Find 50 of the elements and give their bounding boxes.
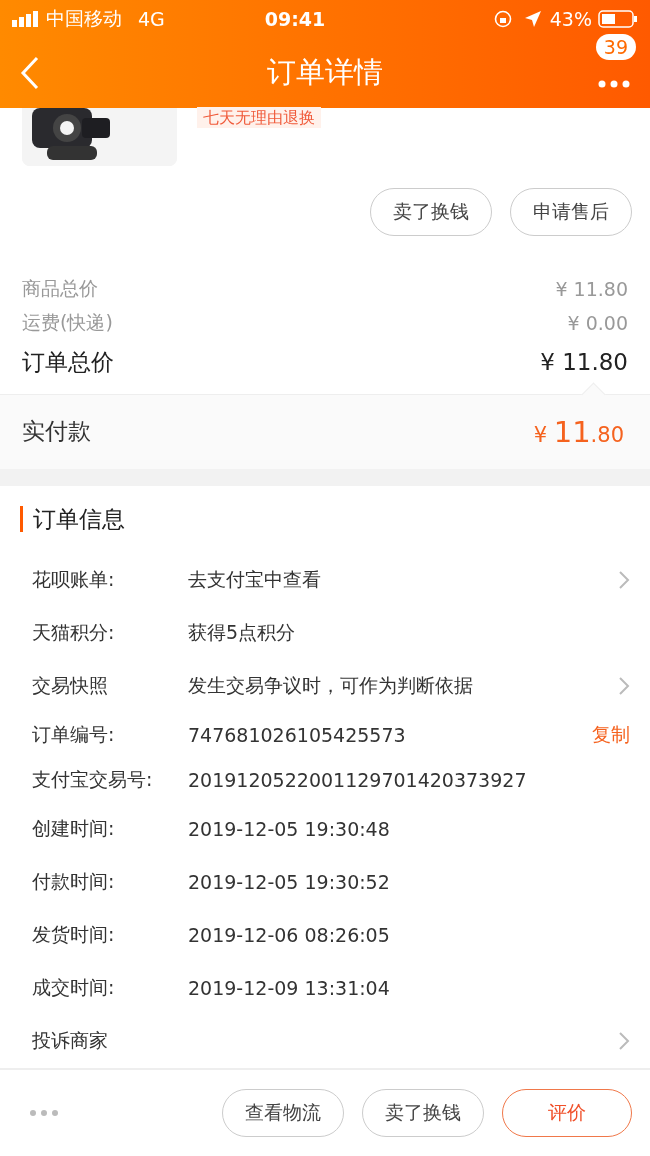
price-label: 订单总价 [22, 347, 114, 377]
info-label: 创建时间: [32, 816, 116, 841]
action-button[interactable]: 查看物流 [222, 1088, 344, 1137]
info-value: 2019-12-06 08:26:05 [188, 924, 391, 946]
action-button[interactable]: 卖了换钱 [370, 188, 492, 237]
page-title: 订单详情 [266, 54, 384, 92]
message-count-badge: 39 [595, 34, 636, 60]
price-label: 商品总价 [22, 276, 98, 302]
more-icon[interactable] [598, 80, 630, 89]
paid-label: 实付款 [22, 417, 91, 447]
info-label: 付款时间: [32, 869, 116, 894]
info-value: 获得5点积分 [188, 620, 297, 645]
paid-amount: ¥ 11.80 [533, 414, 624, 449]
network-type: 4G [138, 8, 165, 30]
carrier-name: 中国移动 [46, 6, 122, 31]
info-value: 去支付宝中查看 [188, 567, 322, 592]
price-value: ¥ 11.80 [555, 278, 628, 301]
info-label: 天猫积分: [32, 620, 116, 645]
chevron-right-icon [618, 676, 630, 696]
info-value: 2019-12-09 13:31:04 [188, 977, 391, 999]
info-label: 成交时间: [32, 975, 116, 1000]
info-label: 发货时间: [32, 922, 116, 947]
chevron-right-icon [618, 570, 630, 590]
info-label: 支付宝交易号: [32, 767, 154, 792]
return-policy-tag: 七天无理由退换 [197, 107, 321, 129]
info-label[interactable]: 交易快照 [32, 673, 188, 699]
info-label[interactable]: 花呗账单: [32, 567, 188, 593]
clock-time: 09:41 [264, 8, 326, 30]
price-label: 运费(快递) [22, 310, 113, 336]
info-label[interactable]: 投诉商家 [32, 1028, 188, 1054]
action-button[interactable]: 卖了换钱 [362, 1088, 484, 1137]
back-icon[interactable] [20, 56, 40, 91]
info-value: 2019-12-05 19:30:52 [188, 871, 391, 893]
info-value: 747681026105425573 [188, 724, 407, 746]
action-button[interactable]: 评价 [502, 1088, 632, 1137]
price-value: ¥ 0.00 [567, 312, 628, 335]
more-icon[interactable] [30, 1109, 58, 1116]
info-label: 订单编号: [32, 722, 116, 747]
section-title: 订单信息 [20, 505, 630, 532]
price-value: ¥ 11.80 [540, 349, 628, 376]
info-value: 2019-12-05 19:30:48 [188, 818, 391, 840]
info-value: 发生交易争议时，可作为判断依据 [188, 673, 474, 698]
rotation-lock-icon [493, 10, 512, 28]
battery-percent: 43% [549, 8, 592, 30]
chevron-right-icon [618, 1031, 630, 1051]
signal-icon [12, 11, 40, 27]
battery-icon [598, 10, 638, 28]
location-arrow-icon [523, 10, 542, 28]
action-button[interactable]: 申请售后 [510, 188, 632, 237]
info-value: 2019120522001129701420373927 [188, 769, 528, 791]
